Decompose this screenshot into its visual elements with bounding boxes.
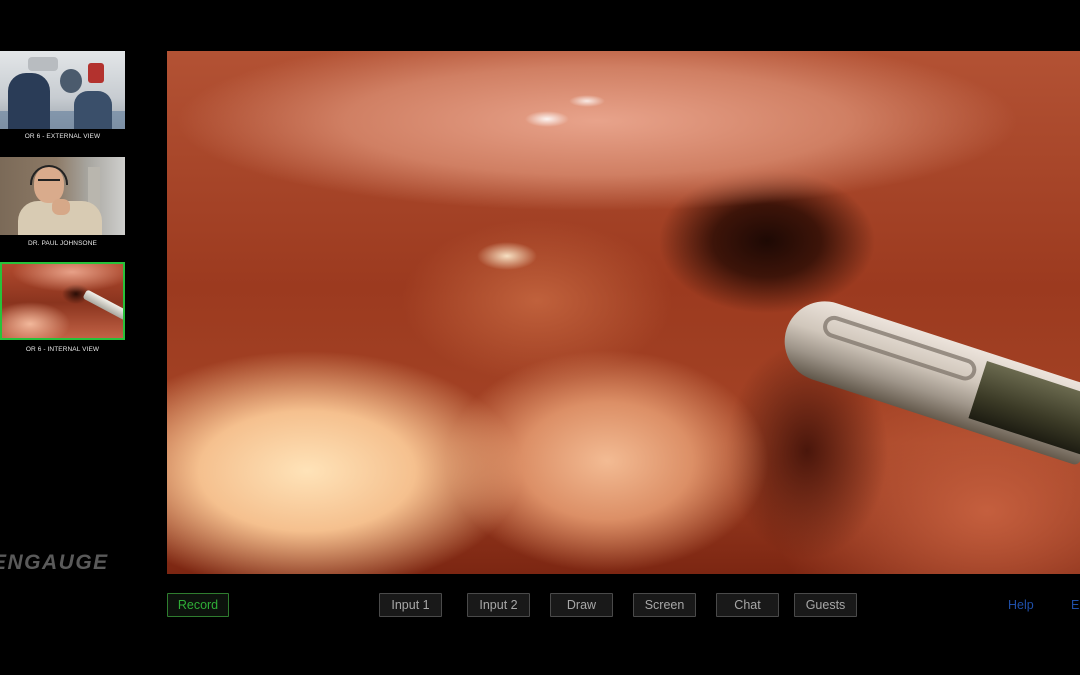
thumbnail-doctor-camera[interactable] xyxy=(0,157,125,235)
input-1-button[interactable]: Input 1 xyxy=(379,593,442,617)
main-video-feed xyxy=(167,51,1080,574)
screen-button[interactable]: Screen xyxy=(633,593,696,617)
record-button[interactable]: Record xyxy=(167,593,229,617)
guests-button[interactable]: Guests xyxy=(794,593,857,617)
thumbnail-label-internal: OR 6 - INTERNAL VIEW xyxy=(25,346,100,353)
exit-link[interactable]: E xyxy=(1071,598,1079,612)
chat-button[interactable]: Chat xyxy=(716,593,779,617)
input-2-button[interactable]: Input 2 xyxy=(467,593,530,617)
help-link[interactable]: Help xyxy=(1008,598,1034,612)
app-window: OR 6 - EXTERNAL VIEW DR. PAUL JOHNSONE O… xyxy=(0,0,1080,675)
engauge-logo: ENGAUGE xyxy=(0,551,109,574)
thumbnail-label-doctor: DR. PAUL JOHNSONE xyxy=(28,240,97,247)
draw-button[interactable]: Draw xyxy=(550,593,613,617)
thumbnail-internal-view[interactable] xyxy=(0,262,125,340)
thumbnail-label-external: OR 6 - EXTERNAL VIEW xyxy=(24,133,101,140)
thumbnail-external-view[interactable] xyxy=(0,51,125,129)
